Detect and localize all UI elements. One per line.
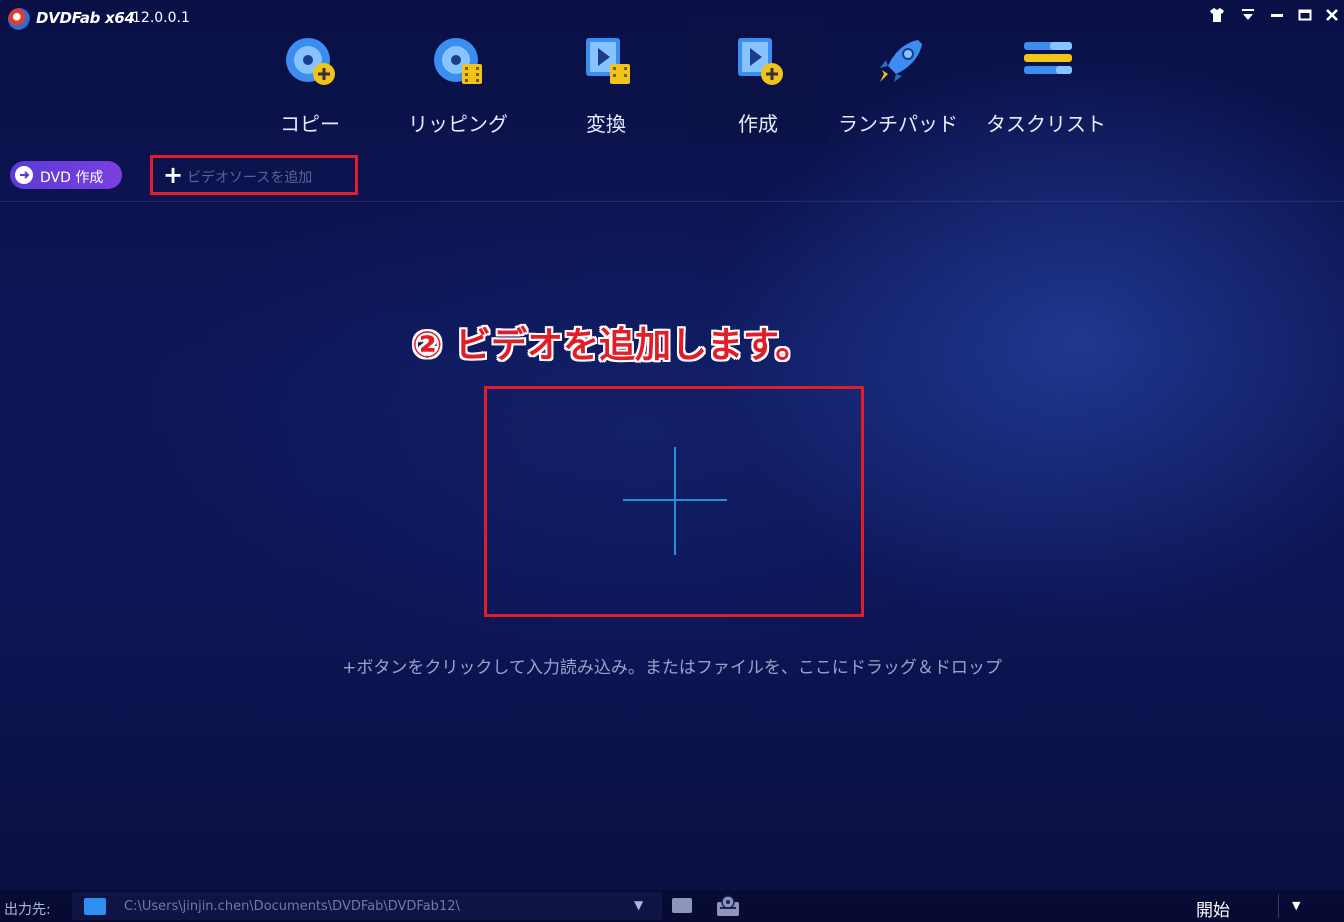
nav-label: タスクリスト — [986, 112, 1106, 136]
close-icon[interactable] — [1321, 6, 1343, 28]
nav-item-creator[interactable]: 作成 — [688, 18, 828, 143]
output-path: C:\Users\jinjin.chen\Documents\DVDFab\DV… — [124, 899, 460, 914]
nav-item-copy[interactable]: コピー — [240, 18, 380, 143]
mode-label: DVD 作成 — [40, 170, 104, 186]
video-converter-icon — [580, 34, 636, 90]
nav-item-ripper[interactable]: リッピング — [388, 18, 528, 143]
mode-toggle-icon — [15, 166, 33, 184]
nav-label: リッピング — [408, 112, 508, 136]
add-video-source-button[interactable]: + ビデオソースを追加 — [150, 155, 358, 195]
sub-toolbar: DVD 作成 + ビデオソースを追加 — [0, 155, 1344, 202]
instruction-annotation: ② ビデオを追加します。 — [412, 325, 812, 366]
bottom-bar: 出力先: C:\Users\jinjin.chen\Documents\DVDF… — [0, 890, 1344, 922]
app-window: DVDFab x64 12.0.0.1 コピー リッピング 変換 作成 ランチパ… — [0, 0, 1344, 922]
browse-folder-icon[interactable] — [672, 898, 692, 913]
nav-item-launchpad[interactable]: ランチパッド — [828, 18, 968, 143]
start-divider — [1278, 894, 1279, 918]
output-label: 出力先: — [4, 902, 51, 918]
add-source-label: ビデオソースを追加 — [187, 170, 313, 186]
add-video-dropzone[interactable] — [484, 386, 864, 617]
disc-copy-icon — [284, 34, 340, 90]
output-path-field[interactable]: C:\Users\jinjin.chen\Documents\DVDFab\DV… — [72, 892, 662, 920]
nav-item-converter[interactable]: 変換 — [536, 18, 676, 143]
folder-icon — [84, 898, 106, 915]
maximize-icon[interactable] — [1294, 6, 1316, 28]
shirt-icon[interactable] — [1206, 6, 1228, 28]
app-version: 12.0.0.1 — [132, 10, 190, 26]
rocket-icon — [872, 34, 928, 90]
nav-label: 変換 — [586, 112, 626, 136]
start-button[interactable]: 開始 — [1196, 896, 1230, 921]
task-list-icon — [1020, 34, 1076, 90]
chevron-down-icon[interactable]: ▼ — [634, 898, 643, 912]
add-plus-icon-vertical — [674, 447, 676, 555]
start-options-chevron-icon[interactable]: ▼ — [1292, 899, 1300, 912]
video-creator-icon — [732, 34, 788, 90]
nav-label: 作成 — [738, 112, 778, 136]
minimize-icon[interactable] — [1266, 6, 1288, 28]
disc-ripper-icon — [432, 34, 488, 90]
dropzone-hint: +ボタンをクリックして入力読み込み。またはファイルを、ここにドラッグ＆ドロップ — [342, 658, 1002, 678]
plus-icon: + — [163, 161, 184, 189]
dvdfab-logo-icon — [8, 8, 30, 30]
menu-down-icon[interactable] — [1237, 6, 1259, 28]
nav-label: ランチパッド — [838, 112, 958, 136]
nav-item-tasklist[interactable]: タスクリスト — [976, 18, 1116, 143]
nav-label: コピー — [280, 112, 340, 136]
app-brand: DVDFab x64 — [36, 9, 135, 27]
mode-switch-button[interactable]: DVD 作成 — [10, 161, 122, 189]
iso-save-icon[interactable] — [714, 894, 742, 918]
